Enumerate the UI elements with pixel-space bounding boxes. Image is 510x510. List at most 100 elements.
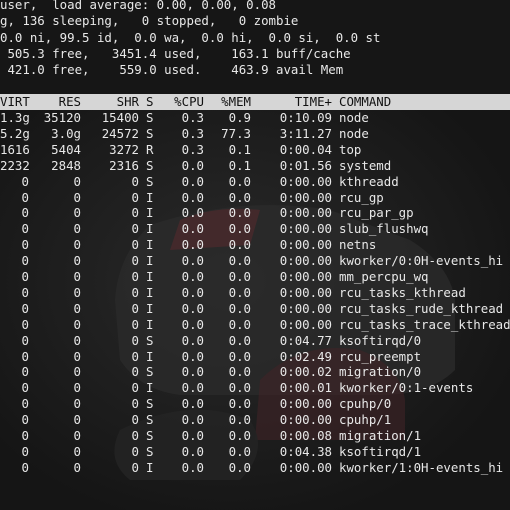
cell-virt: 1616: [0, 141, 30, 157]
cell-cpu: 0.0: [181, 205, 204, 221]
cell-virt: 0: [21, 253, 29, 269]
cell-res: 0: [73, 237, 81, 253]
process-row[interactable]: 0 0 0 S 0.0 0.0 0:00.00 cpuhp/1: [0, 412, 510, 428]
cell-command: mm_percpu_wq: [339, 269, 429, 284]
cell-shr: 0: [131, 428, 139, 443]
cell-command: migration/1: [339, 428, 422, 443]
cell-shr: 0: [131, 348, 139, 364]
cell-shr: 0: [131, 380, 139, 396]
cell-cpu: 0.3: [181, 125, 204, 141]
cell-command: top: [339, 141, 362, 157]
cell-command: rcu_tasks_trace_kthread: [339, 316, 510, 332]
process-row[interactable]: 0 0 0 S 0.0 0.0 0:04.38 ksoftirqd/1: [0, 444, 510, 460]
cell-command: rcu_tasks_rude_kthread: [339, 300, 504, 316]
cell-virt: 0: [21, 300, 29, 316]
cell-virt: 0: [21, 189, 29, 205]
process-row[interactable]: 0 0 0 I 0.0 0.0 0:00.00 rcu_tasks_kthread: [0, 285, 510, 301]
cell-mem: 0.0: [228, 269, 251, 284]
cell-time: 0:04.38: [279, 443, 332, 459]
cell-command: cpuhp/1: [339, 412, 392, 428]
cell-command: systemd: [339, 157, 392, 173]
cell-cpu: 0.0: [181, 332, 204, 348]
cell-time: 0:00.00: [279, 316, 332, 332]
cell-res: 0: [73, 253, 81, 269]
process-row[interactable]: 5.2g 3.0g 24572 S 0.3 77.3 3:11.27 node: [0, 126, 510, 142]
cell-time: 0:00.00: [279, 412, 332, 428]
cell-cpu: 0.0: [181, 237, 204, 253]
process-row[interactable]: 0 0 0 S 0.0 0.0 0:00.08 migration/1: [0, 428, 510, 444]
cell-time: 0:00.00: [279, 300, 332, 316]
cell-virt: 1.3g: [0, 110, 30, 125]
cell-time: 0:00.00: [279, 253, 332, 269]
cell-command: kworker/1:0H-events_hi: [339, 459, 504, 475]
cell-virt: 0: [21, 443, 29, 459]
cell-virt: 0: [21, 173, 29, 189]
cell-mem: 77.3: [221, 125, 251, 141]
process-row[interactable]: 0 0 0 S 0.0 0.0 0:00.00 kthreadd: [0, 174, 510, 190]
process-row[interactable]: 0 0 0 I 0.0 0.0 0:00.00 netns: [0, 237, 510, 253]
cell-command: kworker/0:1-events: [339, 380, 474, 396]
cell-virt: 0: [21, 269, 29, 284]
cell-cpu: 0.0: [181, 300, 204, 316]
cell-virt: 0: [21, 459, 29, 475]
process-row[interactable]: 0 0 0 I 0.0 0.0 0:00.00 rcu_gp: [0, 190, 510, 206]
cell-res: 0: [73, 428, 81, 443]
summary-tasks-line: g, 136 sleeping, 0 stopped, 0 zombie: [0, 13, 299, 28]
cell-time: 0:00.04: [279, 141, 332, 157]
process-row[interactable]: 0 0 0 I 0.0 0.0 0:00.00 mm_percpu_wq: [0, 269, 510, 285]
process-row[interactable]: 0 0 0 I 0.0 0.0 0:00.00 rcu_tasks_rude_kthread: [0, 301, 510, 317]
cell-mem: 0.0: [228, 428, 251, 443]
cell-mem: 0.0: [228, 300, 251, 316]
cell-cpu: 0.0: [181, 443, 204, 459]
cell-time: 3:11.27: [279, 125, 332, 141]
cell-shr: 0: [131, 269, 139, 284]
cell-time: 0:04.77: [279, 332, 332, 348]
cell-shr: 0: [131, 443, 139, 459]
cell-state: I: [146, 189, 154, 205]
process-row[interactable]: 0 0 0 I 0.0 0.0 0:00.00 kworker/1:0H-events_hi: [0, 460, 510, 476]
cell-mem: 0.9: [228, 110, 251, 125]
cell-res: 0: [73, 364, 81, 380]
cell-command: kthreadd: [339, 173, 399, 189]
process-row[interactable]: 0 0 0 I 0.0 0.0 0:00.01 kworker/0:1-events: [0, 380, 510, 396]
process-row[interactable]: 0 0 0 S 0.0 0.0 0:04.77 ksoftirqd/0: [0, 333, 510, 349]
cell-res: 2848: [51, 157, 81, 173]
cell-shr: 0: [131, 221, 139, 237]
cell-shr: 0: [131, 284, 139, 300]
process-row[interactable]: 0 0 0 I 0.0 0.0 0:00.00 rcu_par_gp: [0, 205, 510, 221]
terminal-window[interactable]: user, load average: 0.00, 0.00, 0.08 g, …: [0, 0, 510, 510]
cell-time: 0:00.00: [279, 269, 332, 284]
cell-virt: 5.2g: [0, 125, 30, 141]
process-row[interactable]: 2232 2848 2316 S 0.0 0.1 0:01.56 systemd: [0, 158, 510, 174]
cell-shr: 0: [131, 332, 139, 348]
cell-cpu: 0.0: [181, 189, 204, 205]
cell-res: 0: [73, 396, 81, 412]
cell-state: I: [146, 284, 154, 300]
process-row[interactable]: 0 0 0 I 0.0 0.0 0:02.49 rcu_preempt: [0, 349, 510, 365]
process-row[interactable]: 0 0 0 I 0.0 0.0 0:00.00 slub_flushwq: [0, 221, 510, 237]
cell-command: cpuhp/0: [339, 396, 392, 412]
cell-command: rcu_preempt: [339, 348, 422, 364]
process-row[interactable]: 0 0 0 S 0.0 0.0 0:00.00 cpuhp/0: [0, 396, 510, 412]
summary-uptime-line: user, load average: 0.00, 0.00, 0.08: [0, 0, 277, 12]
cell-state: S: [146, 173, 154, 189]
cell-res: 0: [73, 269, 81, 284]
process-row[interactable]: 0 0 0 I 0.0 0.0 0:00.00 rcu_tasks_trace_kthread: [0, 317, 510, 333]
cell-command: node: [339, 125, 369, 141]
cell-shr: 0: [131, 316, 139, 332]
process-row[interactable]: 0 0 0 I 0.0 0.0 0:00.00 kworker/0:0H-events_hi: [0, 253, 510, 269]
cell-mem: 0.1: [228, 157, 251, 173]
summary-swap-line: 421.0 free, 559.0 used. 463.9 avail Mem: [0, 62, 344, 77]
cell-mem: 0.0: [228, 459, 251, 475]
process-row[interactable]: 1.3g 35120 15400 S 0.3 0.9 0:10.09 node: [0, 110, 510, 126]
cell-res: 0: [73, 205, 81, 221]
process-row[interactable]: 0 0 0 S 0.0 0.0 0:00.02 migration/0: [0, 364, 510, 380]
cell-mem: 0.1: [228, 141, 251, 157]
cell-time: 0:00.00: [279, 173, 332, 189]
col-shr: SHR: [116, 94, 139, 109]
process-table-header: VIRT RES SHR S %CPU %MEM TIME+ COMMAND: [0, 94, 510, 110]
cell-command: slub_flushwq: [339, 221, 429, 237]
col-cpu: %CPU: [174, 94, 204, 109]
process-row[interactable]: 1616 5404 3272 R 0.3 0.1 0:00.04 top: [0, 142, 510, 158]
cell-res: 0: [73, 380, 81, 396]
